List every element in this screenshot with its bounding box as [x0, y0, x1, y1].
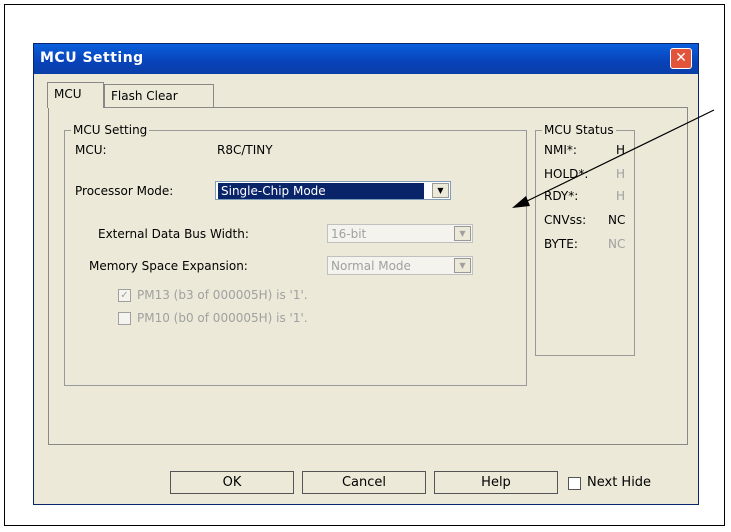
arrowhead-icon: [512, 196, 530, 208]
callout-line: [522, 109, 715, 204]
callout-arrow: [512, 109, 715, 208]
tab-mcu[interactable]: MCU: [47, 82, 104, 108]
